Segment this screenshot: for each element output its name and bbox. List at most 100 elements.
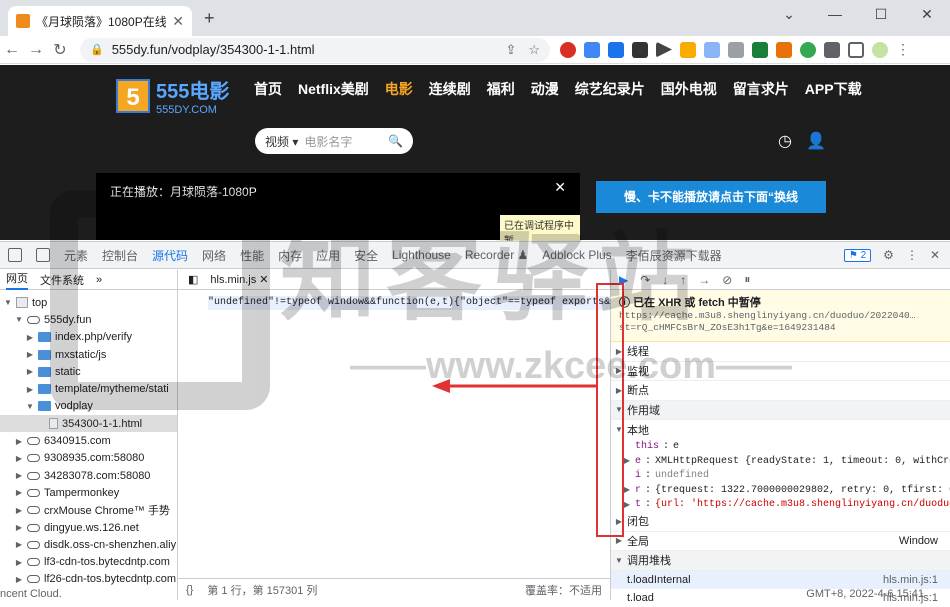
tree-item[interactable]: ▶ 6340915.com <box>0 432 177 449</box>
local-scope[interactable]: ▼ 本地 <box>611 420 950 440</box>
pause-exceptions-icon[interactable]: ⏸ <box>744 272 750 287</box>
issues-badge[interactable]: ⚑ 2 <box>843 248 872 262</box>
tab-recorder[interactable]: Recorder ♟ <box>465 248 528 262</box>
forward-button[interactable]: → <box>24 41 48 59</box>
collapsed-arrow-icon[interactable]: ▶ <box>15 506 23 515</box>
site-logo[interactable]: 5 555电影 555DY.COM <box>116 75 229 116</box>
adblock-icon[interactable] <box>560 41 576 58</box>
new-tab-button[interactable]: + <box>204 8 215 29</box>
tree-item[interactable]: ▶ template/mytheme/stati <box>0 380 177 397</box>
collapsed-arrow-icon[interactable]: ▶ <box>26 333 34 342</box>
nav-home[interactable]: 首页 <box>254 79 282 99</box>
scope-variable[interactable]: i: undefined <box>611 469 950 484</box>
scope-section[interactable]: ▼ 作用域 <box>611 400 950 420</box>
extension-icon[interactable] <box>608 41 624 58</box>
tab-application[interactable]: 应用 <box>316 247 340 264</box>
tab-search-button[interactable]: ⌄ <box>766 0 812 30</box>
back-button[interactable]: ← <box>0 41 24 59</box>
tree-item[interactable]: ▼ vodplay <box>0 398 177 415</box>
global-scope[interactable]: ▶ 全局 Window <box>611 532 950 551</box>
tab-lighthouse[interactable]: Lighthouse <box>392 248 451 262</box>
collapsed-arrow-icon[interactable]: ▶ <box>623 500 631 510</box>
scope-variable[interactable]: ▶ t: {url: 'https://cache.m3u8.shenglinyiy… <box>611 498 950 513</box>
nav-anime[interactable]: 动漫 <box>531 79 559 99</box>
closure-scope[interactable]: ▶ 闭包 <box>611 512 950 532</box>
editor-file-tab[interactable]: hls.min.js ✕ <box>206 273 273 286</box>
collapsed-arrow-icon[interactable]: ▶ <box>623 485 631 495</box>
minimize-button[interactable]: — <box>812 0 858 30</box>
extension-icon[interactable] <box>728 41 744 58</box>
extension-icon[interactable] <box>680 41 696 58</box>
close-tab-icon[interactable]: ✕ <box>172 13 184 30</box>
play-icon[interactable] <box>656 41 672 58</box>
tree-item[interactable]: ▶ dingyue.ws.126.net <box>0 519 177 536</box>
toggle-navigator-icon[interactable]: ◧ <box>188 273 198 286</box>
collapsed-arrow-icon[interactable]: ▶ <box>15 471 23 480</box>
collapsed-arrow-icon[interactable]: ▶ <box>623 456 631 466</box>
collapsed-arrow-icon[interactable]: ▶ <box>15 437 23 446</box>
tree-item[interactable]: ▶ static <box>0 363 177 380</box>
lock-icon[interactable]: 🔒 <box>90 43 104 56</box>
extension-icon[interactable] <box>704 41 720 58</box>
scope-variable[interactable]: ▶ e: XMLHttpRequest {readyState: 1, timeou… <box>611 454 950 469</box>
menu-icon[interactable]: ⋮ <box>896 41 910 58</box>
step-out-icon[interactable]: ↑ <box>680 273 686 287</box>
sidepanel-icon[interactable] <box>848 41 864 58</box>
expanded-arrow-icon[interactable]: ▼ <box>4 298 12 307</box>
search-input[interactable]: 电影名字 <box>304 133 382 150</box>
extension-icon[interactable] <box>632 41 648 58</box>
collapsed-arrow-icon[interactable]: ▶ <box>15 454 23 463</box>
nav-welfare[interactable]: 福利 <box>487 79 515 99</box>
callstack-frame[interactable]: t.loadInternal hls.min.js:1 <box>611 570 950 589</box>
step-icon[interactable]: → <box>698 273 710 287</box>
collapsed-arrow-icon[interactable]: ▶ <box>15 558 23 567</box>
collapsed-arrow-icon[interactable]: ▶ <box>26 385 34 394</box>
extension-icon[interactable] <box>752 41 768 58</box>
bookmark-star-icon[interactable]: ☆ <box>528 42 540 58</box>
extension-icon[interactable] <box>800 41 816 58</box>
collapsed-arrow-icon[interactable]: ▶ <box>15 575 23 584</box>
breakpoints-section[interactable]: ▶ 断点 <box>611 381 950 401</box>
scope-variable[interactable]: this: e <box>611 440 950 455</box>
callstack-section[interactable]: ▼ 调用堆栈 <box>611 551 950 571</box>
tree-item[interactable]: ▶ 34283078.com:58080 <box>0 467 177 484</box>
pretty-print-button[interactable]: {} <box>186 584 193 596</box>
tree-item[interactable]: 354300-1-1.html <box>0 415 177 433</box>
expanded-arrow-icon[interactable]: ▼ <box>26 402 34 411</box>
tab-elements[interactable]: 元素 <box>64 247 88 264</box>
tree-item[interactable]: ▶ lf26-cdn-tos.bytecdntp.com <box>0 571 177 588</box>
tab-network[interactable]: 网络 <box>202 247 226 264</box>
nav-app[interactable]: APP下载 <box>805 79 862 99</box>
extension-icon[interactable] <box>584 41 600 58</box>
tree-item[interactable]: ▶ index.php/verify <box>0 329 177 346</box>
switch-line-button[interactable]: 慢、卡不能播放请点击下面“换线 <box>596 181 826 213</box>
tab-memory[interactable]: 内存 <box>278 247 302 264</box>
tab-page[interactable]: 网页 <box>6 270 28 290</box>
collapsed-arrow-icon[interactable]: ▶ <box>26 350 34 359</box>
tab-filesystem[interactable]: 文件系统 <box>40 272 84 288</box>
inspect-icon[interactable] <box>8 248 22 262</box>
video-player[interactable]: 正在播放：月球陨落-1080P ✕ 已在调试程序中暂 <box>96 173 580 249</box>
browser-tab[interactable]: 《月球陨落》1080P在线观看-555 ✕ <box>8 6 192 36</box>
history-icon[interactable]: ◷ <box>778 131 792 151</box>
tree-item[interactable]: ▼ 555dy.fun <box>0 311 177 328</box>
extension-icon[interactable] <box>776 41 792 58</box>
tree-item[interactable]: ▶ Tampermonkey <box>0 484 177 501</box>
tab-security[interactable]: 安全 <box>354 247 378 264</box>
close-window-button[interactable]: ✕ <box>904 0 950 30</box>
tab-performance[interactable]: 性能 <box>240 247 264 264</box>
tab-console[interactable]: 控制台 <box>102 247 138 264</box>
address-bar[interactable]: 🔒 555dy.fun/vodplay/354300-1-1.html ⇪ ☆ <box>80 37 550 62</box>
collapsed-arrow-icon[interactable]: ▶ <box>15 488 23 497</box>
tree-item[interactable]: ▶ mxstatic/js <box>0 346 177 363</box>
nav-movies[interactable]: 电影 <box>385 79 413 99</box>
code-line[interactable]: "undefined"!=typeof window&&function(e,t… <box>208 296 610 310</box>
tree-item[interactable]: ▶ 9308935.com:58080 <box>0 450 177 467</box>
nav-variety[interactable]: 综艺纪录片 <box>575 79 645 99</box>
deactivate-breakpoints-icon[interactable]: ⊘ <box>722 273 732 287</box>
nav-netflix[interactable]: Netflix美剧 <box>298 79 369 99</box>
collapsed-arrow-icon[interactable]: ▶ <box>15 523 23 532</box>
maximize-button[interactable]: ☐ <box>858 0 904 30</box>
step-into-icon[interactable]: ↓ <box>662 273 668 287</box>
puzzle-icon[interactable] <box>824 41 840 58</box>
